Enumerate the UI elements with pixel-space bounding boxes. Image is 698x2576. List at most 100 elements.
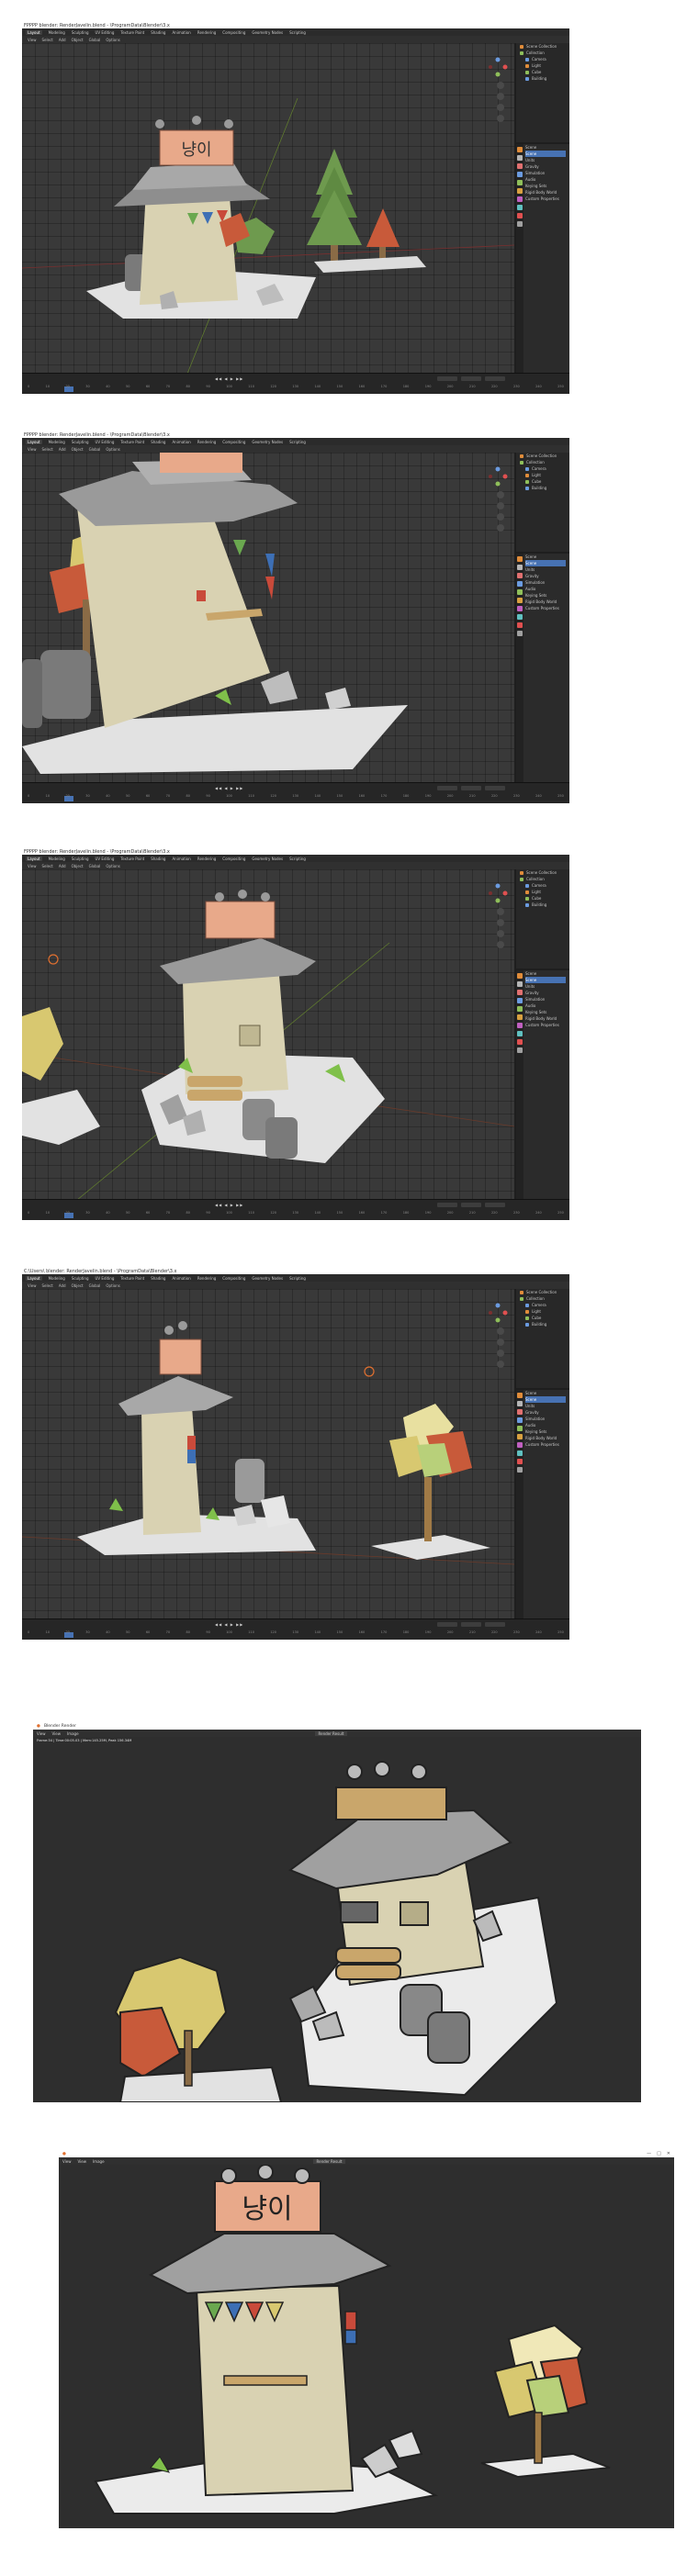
render-slot-select[interactable]: Render Result <box>312 2158 346 2164</box>
properties-tab-icon[interactable] <box>517 1450 523 1456</box>
view-tools[interactable] <box>497 1327 506 1372</box>
properties-panel[interactable]: Scene Scene Units Gravity Simulation Audio Key… <box>516 554 569 783</box>
outliner-item[interactable]: Light <box>516 1308 569 1315</box>
workspace-tab[interactable]: Geometry Nodes <box>252 30 283 35</box>
properties-tab-icon[interactable] <box>517 556 523 562</box>
workspace-tab[interactable]: Scripting <box>289 30 306 35</box>
menu-view[interactable]: View <box>62 2159 72 2164</box>
properties-tab-icon[interactable] <box>517 163 523 169</box>
properties-row[interactable]: Custom Properties <box>525 196 569 202</box>
properties-tab-icon[interactable] <box>517 565 523 570</box>
outliner-panel[interactable]: Scene Collection Collection Camera Light Cub… <box>516 1289 569 1388</box>
frame-fields[interactable] <box>437 1622 505 1627</box>
outliner-item[interactable]: Cube <box>516 478 569 485</box>
properties-tab-icon[interactable] <box>517 614 523 620</box>
workspace-tab[interactable]: UV Editing <box>96 1276 115 1281</box>
properties-tab-icon[interactable] <box>517 631 523 636</box>
properties-row[interactable]: Units <box>525 983 569 990</box>
properties-tab-icon[interactable] <box>517 196 523 202</box>
timeline[interactable]: ◀◀ ◀ ▶ ▶▶ 0 10 20 30 40 50 60 70 80 90 100 110 120 13… <box>22 782 569 803</box>
properties-tab-icon[interactable] <box>517 1006 523 1012</box>
menu-view[interactable]: View <box>37 1731 46 1736</box>
minimize-icon[interactable]: — <box>647 2151 651 2156</box>
properties-row[interactable]: Simulation <box>525 1416 569 1422</box>
properties-row[interactable]: Simulation <box>525 579 569 586</box>
workspace-tab[interactable]: Geometry Nodes <box>252 440 283 444</box>
workspace-tab[interactable]: Texture Paint <box>120 1276 144 1281</box>
outliner-item[interactable]: Light <box>516 889 569 895</box>
navigation-gizmo[interactable] <box>487 56 509 78</box>
viewport-menu-item[interactable]: View <box>28 447 37 452</box>
properties-row[interactable]: Custom Properties <box>525 1022 569 1028</box>
viewport-menu-item[interactable]: Options <box>106 864 119 868</box>
properties-tab-icon[interactable] <box>517 998 523 1003</box>
workspace-tab[interactable]: Animation <box>172 440 190 444</box>
properties-tab-icon[interactable] <box>517 1014 523 1020</box>
properties-panel[interactable]: Scene Scene Units Gravity Simulation Audio Key… <box>516 970 569 1200</box>
workspace-tab[interactable]: Shading <box>151 1276 165 1281</box>
workspace-tab[interactable]: Scripting <box>289 857 306 861</box>
properties-row[interactable]: Rigid Body World <box>525 599 569 605</box>
viewport-menu-item[interactable]: View <box>28 864 37 868</box>
properties-tab-icon[interactable] <box>517 1426 523 1431</box>
workspace-tab[interactable]: Geometry Nodes <box>252 1276 283 1281</box>
properties-tab-icon[interactable] <box>517 581 523 587</box>
workspace-tab[interactable]: Geometry Nodes <box>252 857 283 861</box>
outliner-panel[interactable]: Scene Collection Collection Camera Light Cub… <box>516 43 569 142</box>
navigation-gizmo[interactable] <box>487 1302 509 1324</box>
viewport-menu-item[interactable]: Object <box>72 1283 84 1288</box>
workspace-tab[interactable]: Layout <box>26 856 42 861</box>
outliner-item[interactable]: Collection <box>516 459 569 465</box>
properties-tab-icon[interactable] <box>517 606 523 611</box>
outliner-item[interactable]: Building <box>516 485 569 491</box>
workspace-tab[interactable]: Animation <box>172 1276 190 1281</box>
workspace-tab[interactable]: Rendering <box>197 440 216 444</box>
properties-tab-icon[interactable] <box>517 1031 523 1036</box>
properties-tab-icon[interactable] <box>517 1442 523 1448</box>
viewport-menu-item[interactable]: Object <box>72 38 84 42</box>
outliner-panel[interactable]: Scene Collection Collection Camera Light Cub… <box>516 869 569 969</box>
viewport-menu-item[interactable]: Global <box>89 38 101 42</box>
workspace-tab[interactable]: Shading <box>151 30 165 35</box>
3d-viewport[interactable] <box>22 453 514 783</box>
properties-tab-icon[interactable] <box>517 188 523 194</box>
properties-row[interactable]: Scene <box>525 1390 569 1396</box>
workspace-tab[interactable]: Shading <box>151 440 165 444</box>
properties-row[interactable]: Custom Properties <box>525 1441 569 1448</box>
properties-row[interactable]: Keying Sets <box>525 183 569 189</box>
timeline[interactable]: ◀◀ ◀ ▶ ▶▶ 0 10 20 30 40 50 60 70 80 90 100 110 120 13… <box>22 373 569 394</box>
3d-viewport[interactable] <box>22 869 514 1200</box>
menu-image[interactable]: Image <box>93 2159 105 2164</box>
viewport-menu-item[interactable]: View <box>28 1283 37 1288</box>
outliner-panel[interactable]: Scene Collection Collection Camera Light Cub… <box>516 453 569 552</box>
workspace-tab[interactable]: Modeling <box>49 30 65 35</box>
workspace-tab[interactable]: UV Editing <box>96 30 115 35</box>
menu-image[interactable]: Image <box>67 1731 79 1736</box>
frame-fields[interactable] <box>437 376 505 381</box>
properties-panel[interactable]: Scene Scene Units Gravity Simulation Audio Key… <box>516 144 569 374</box>
viewport-menu-item[interactable]: Select <box>42 447 53 452</box>
workspace-tab[interactable]: UV Editing <box>96 440 115 444</box>
properties-tab-icon[interactable] <box>517 1417 523 1423</box>
view-tools[interactable] <box>497 82 506 126</box>
viewport-menu-item[interactable]: Global <box>89 864 101 868</box>
workspace-tab[interactable]: Texture Paint <box>120 30 144 35</box>
properties-row[interactable]: Scene <box>525 977 566 983</box>
workspace-tab[interactable]: Layout <box>26 1275 42 1281</box>
outliner-item[interactable]: Light <box>516 472 569 478</box>
properties-row[interactable]: Scene <box>525 151 566 157</box>
navigation-gizmo[interactable] <box>487 882 509 904</box>
properties-row[interactable]: Scene <box>525 554 569 560</box>
timeline[interactable]: ◀◀ ◀ ▶ ▶▶ 0 10 20 30 40 50 60 70 80 90 100 110 120 13… <box>22 1199 569 1220</box>
viewport-menu-item[interactable]: Options <box>106 447 119 452</box>
viewport-menu-item[interactable]: Options <box>106 1283 119 1288</box>
outliner-item[interactable]: Camera <box>516 56 569 62</box>
render-slot-select[interactable]: Render Result <box>314 1730 348 1736</box>
view-tools[interactable] <box>497 908 506 952</box>
outliner-item[interactable]: Camera <box>516 1302 569 1308</box>
properties-row[interactable]: Gravity <box>525 990 569 996</box>
properties-row[interactable]: Rigid Body World <box>525 189 569 196</box>
outliner-item[interactable]: Scene Collection <box>516 453 569 459</box>
navigation-gizmo[interactable] <box>487 465 509 487</box>
properties-row[interactable]: Units <box>525 1403 569 1409</box>
